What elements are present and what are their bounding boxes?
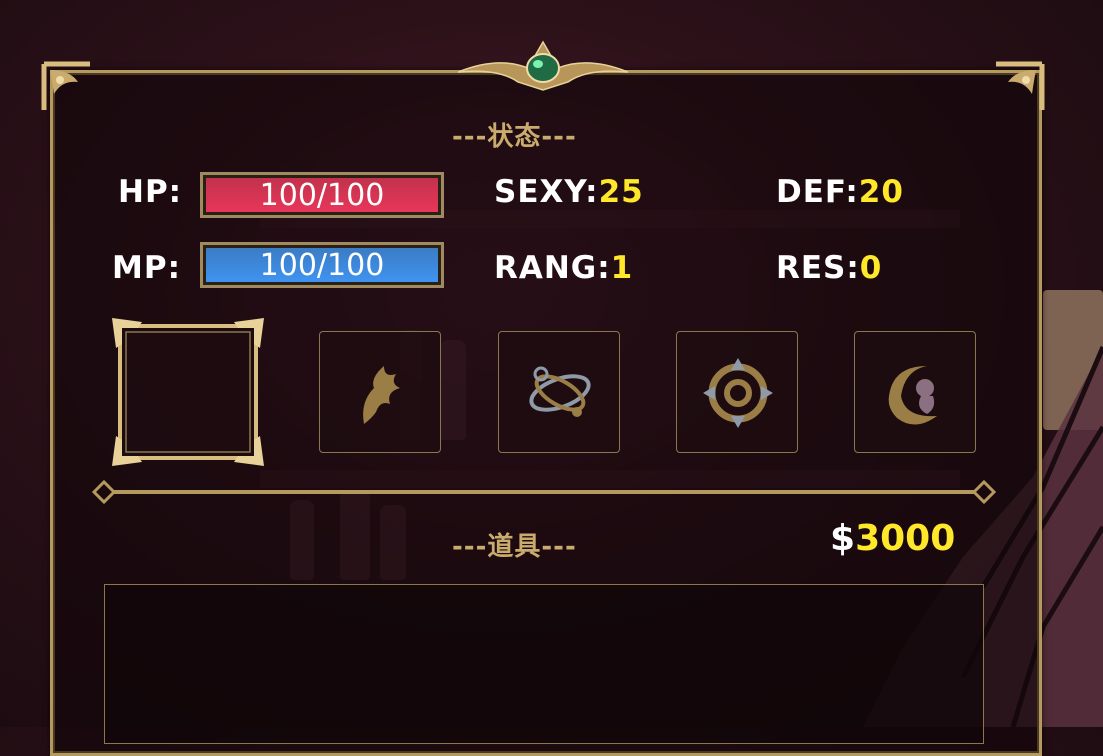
- mp-value: 100/100: [259, 248, 385, 283]
- hp-label: HP:: [118, 174, 183, 210]
- sexy-label: SEXY:: [494, 174, 599, 210]
- res-stat: RES:0: [776, 250, 882, 286]
- embryo-moon-icon: [888, 366, 937, 425]
- corner-ornament: [996, 61, 1045, 110]
- rang-value: 1: [610, 250, 634, 286]
- def-value: 20: [858, 174, 904, 210]
- sexy-stat: SEXY:25: [494, 174, 644, 210]
- items-title: ---道具---: [452, 532, 577, 562]
- selection-frame-icon: [112, 318, 264, 466]
- flame-crest-icon: [363, 366, 400, 424]
- skill-slot-target[interactable]: [676, 331, 798, 453]
- currency-symbol: $: [830, 518, 856, 559]
- target-compass-icon: [703, 358, 773, 428]
- money-display: $3000: [830, 518, 955, 559]
- orbit-rings-icon: [529, 366, 591, 417]
- skill-slot-selected[interactable]: [112, 318, 264, 466]
- skill-slot-orbit[interactable]: [498, 331, 620, 453]
- res-label: RES:: [776, 250, 860, 286]
- hp-value: 100/100: [259, 178, 385, 213]
- mp-label: MP:: [112, 250, 181, 286]
- hp-bar: 100/100: [200, 172, 444, 218]
- def-stat: DEF:20: [776, 174, 904, 210]
- sexy-value: 25: [598, 174, 644, 210]
- mp-bar: 100/100: [200, 242, 444, 288]
- money-value: 3000: [855, 518, 956, 559]
- def-label: DEF:: [776, 174, 859, 210]
- gem-crest-icon: [458, 40, 628, 91]
- section-divider: [92, 480, 996, 504]
- status-title: ---状态---: [452, 122, 577, 152]
- skill-slot-embryo[interactable]: [854, 331, 976, 453]
- rang-stat: RANG:1: [494, 250, 633, 286]
- skill-slot-flame[interactable]: [319, 331, 441, 453]
- corner-ornament: [41, 61, 90, 110]
- res-value: 0: [859, 250, 883, 286]
- item-list[interactable]: [104, 584, 984, 744]
- rang-label: RANG:: [494, 250, 611, 286]
